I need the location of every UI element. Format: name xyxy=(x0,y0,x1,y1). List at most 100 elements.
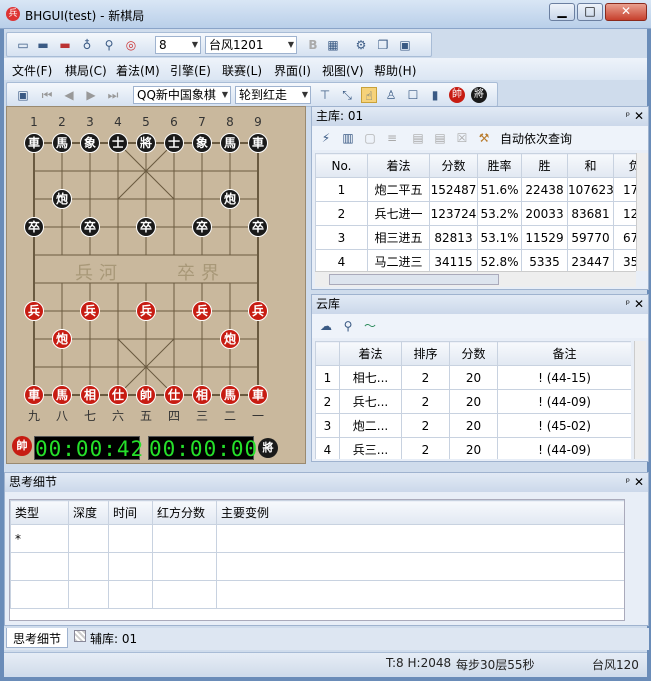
column-header[interactable]: 主要变例 xyxy=(216,500,624,525)
horizontal-scrollbar[interactable] xyxy=(315,271,636,287)
red-piece[interactable]: 車 xyxy=(248,385,268,405)
column-header[interactable] xyxy=(315,341,340,366)
search-icon[interactable]: ⚲ xyxy=(340,318,356,334)
menu-league[interactable]: 联赛(L) xyxy=(222,62,262,79)
column-header[interactable]: 时间 xyxy=(108,500,153,525)
connect-line-icon[interactable]: ⤡ xyxy=(339,87,355,103)
red-piece[interactable]: 仕 xyxy=(164,385,184,405)
hand-icon[interactable]: ☝ xyxy=(361,87,377,103)
new-board-icon[interactable]: ▭ xyxy=(15,37,31,53)
prev-move-icon[interactable]: ◀ xyxy=(61,87,77,103)
red-piece[interactable]: 相 xyxy=(80,385,100,405)
column-header[interactable]: 排序 xyxy=(401,341,450,366)
lock-icon[interactable]: ▢ xyxy=(362,130,378,146)
black-piece[interactable]: 將 xyxy=(136,133,156,153)
column-header[interactable]: 分数 xyxy=(429,153,478,178)
tab-thinking[interactable]: 思考细节 xyxy=(6,628,69,648)
table-row[interactable] xyxy=(10,580,624,609)
auto-query-label[interactable]: 自动依次查询 xyxy=(500,130,572,147)
column-header[interactable]: 胜 xyxy=(521,153,568,178)
main-library-grid[interactable]: No. 着法 分数 胜率 胜 和 负 1炮二平五15248751.6%22438… xyxy=(315,153,636,271)
settings-icon[interactable]: ⚙ xyxy=(353,37,369,53)
black-pawn[interactable]: 卒 xyxy=(24,217,44,237)
menu-move[interactable]: 着法(M) xyxy=(116,62,160,79)
pin-icon[interactable]: ᵖ xyxy=(626,107,630,126)
depth-select[interactable]: 8 ▼ xyxy=(155,36,201,54)
black-piece[interactable]: 車 xyxy=(24,133,44,153)
red-pawn[interactable]: 兵 xyxy=(80,301,100,321)
table-row[interactable]: 2兵七进一12372453.2%2003383681125 xyxy=(315,201,636,226)
vertical-scrollbar[interactable] xyxy=(636,153,648,271)
import-icon[interactable]: ▤ xyxy=(410,130,426,146)
target-icon[interactable]: ◎ xyxy=(123,37,139,53)
red-king-icon[interactable]: 帥 xyxy=(449,87,465,103)
column-header[interactable]: 和 xyxy=(567,153,614,178)
broom-icon[interactable]: ⚒ xyxy=(476,130,492,146)
black-pawn[interactable]: 卒 xyxy=(136,217,156,237)
black-piece[interactable]: 士 xyxy=(108,133,128,153)
black-piece[interactable]: 馬 xyxy=(220,133,240,153)
close-icon[interactable]: ✕ xyxy=(634,473,644,492)
thinking-grid[interactable]: 类型 深度 时间 红方分数 主要变例 * xyxy=(9,499,625,621)
export-icon[interactable]: ▤ xyxy=(432,130,448,146)
column-header[interactable]: No. xyxy=(315,153,368,178)
vertical-scrollbar[interactable] xyxy=(634,341,646,459)
chess-board[interactable]: 兵河 卒界 123456789 九八七六五四三二一 車馬象士將士象馬車炮炮卒卒卒… xyxy=(6,106,306,464)
black-pawn[interactable]: 卒 xyxy=(248,217,268,237)
red-pawn[interactable]: 兵 xyxy=(192,301,212,321)
black-king-icon[interactable]: 將 xyxy=(471,87,487,103)
table-row[interactable]: * xyxy=(10,524,624,553)
mask-icon[interactable]: ☐ xyxy=(405,87,421,103)
table-row[interactable] xyxy=(10,552,624,581)
copy-icon[interactable]: ❐ xyxy=(375,37,391,53)
black-piece[interactable]: 車 xyxy=(248,133,268,153)
person-icon[interactable]: ♙ xyxy=(383,87,399,103)
delete-icon[interactable]: ☒ xyxy=(454,130,470,146)
screen-capture-icon[interactable]: ⊤ xyxy=(317,87,333,103)
column-header[interactable]: 胜率 xyxy=(477,153,522,178)
red-pawn[interactable]: 兵 xyxy=(24,301,44,321)
lightning-icon[interactable]: ⚡ xyxy=(318,130,334,146)
table-row[interactable]: 1炮二平五15248751.6%22438107623177 xyxy=(315,177,636,202)
table-row[interactable]: 1 相七... 2 20! (44-15) xyxy=(315,365,631,390)
red-pawn[interactable]: 兵 xyxy=(136,301,156,321)
black-cannon[interactable]: 炮 xyxy=(220,189,240,209)
black-pawn[interactable]: 卒 xyxy=(192,217,212,237)
column-header[interactable]: 着法 xyxy=(367,153,430,178)
red-piece[interactable]: 馬 xyxy=(220,385,240,405)
column-header[interactable]: 着法 xyxy=(339,341,402,366)
column-header[interactable]: 分数 xyxy=(449,341,498,366)
close-icon[interactable]: ✕ xyxy=(634,295,644,314)
menu-game[interactable]: 棋局(C) xyxy=(65,62,107,79)
red-piece[interactable]: 車 xyxy=(24,385,44,405)
board-icon[interactable]: ▣ xyxy=(15,87,31,103)
search-icon[interactable]: ⚲ xyxy=(101,37,117,53)
column-header[interactable]: 深度 xyxy=(68,500,109,525)
red-piece[interactable]: 馬 xyxy=(52,385,72,405)
cloud-library-grid[interactable]: 着法 排序 分数 备注 1 相七... 2 20! (44-15) 2 兵七... 2 20… xyxy=(315,341,631,459)
table-row[interactable]: 4马二进三3411552.8%533523447350 xyxy=(315,249,636,271)
window-icon[interactable]: ▣ xyxy=(397,37,413,53)
menu-file[interactable]: 文件(F) xyxy=(12,62,52,79)
turn-select[interactable]: 轮到红走 ▼ xyxy=(235,86,311,104)
red-piece[interactable]: 仕 xyxy=(108,385,128,405)
maximize-button[interactable]: □ xyxy=(577,3,603,21)
edit-icon[interactable]: ≡ xyxy=(384,130,400,146)
menu-interface[interactable]: 界面(I) xyxy=(274,62,311,79)
connect-icon[interactable]: ▬ xyxy=(57,37,73,53)
black-piece[interactable]: 士 xyxy=(164,133,184,153)
barcode-icon[interactable]: ▥ xyxy=(340,130,356,146)
black-cannon[interactable]: 炮 xyxy=(52,189,72,209)
black-piece[interactable]: 象 xyxy=(192,133,212,153)
cloud-icon[interactable]: ☁ xyxy=(318,318,334,334)
red-pawn[interactable]: 兵 xyxy=(248,301,268,321)
red-cannon[interactable]: 炮 xyxy=(52,329,72,349)
pin-icon[interactable]: ᵖ xyxy=(626,295,630,314)
red-piece[interactable]: 帥 xyxy=(136,385,156,405)
bulb-icon[interactable]: ♁ xyxy=(79,37,95,53)
first-move-icon[interactable]: ⏮ xyxy=(39,87,55,103)
minimize-button[interactable]: ▁ xyxy=(549,3,575,21)
menu-engine[interactable]: 引擎(E) xyxy=(170,62,211,79)
scroll-thumb[interactable] xyxy=(329,274,499,285)
book-icon[interactable]: ▮ xyxy=(427,87,443,103)
